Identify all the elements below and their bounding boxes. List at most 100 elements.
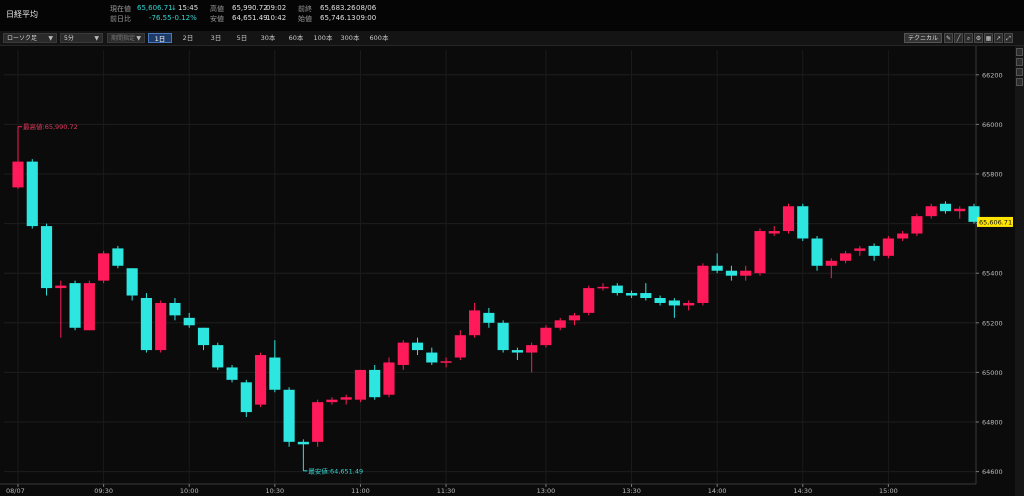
candle-body <box>26 161 38 227</box>
chevron-down-icon: ▼ <box>48 35 53 42</box>
candle-body <box>12 161 24 188</box>
chevron-down-icon: ▼ <box>94 35 99 42</box>
candle-body <box>469 310 481 336</box>
candle-body <box>326 399 338 403</box>
timeframe-button[interactable]: 100本 <box>312 33 334 43</box>
interval-select[interactable]: 5分 ▼ <box>60 33 103 43</box>
candle-body <box>312 402 324 442</box>
candle-body <box>69 283 81 328</box>
change-percent: -0.12% <box>172 14 197 22</box>
bar-chart-icon[interactable]: ▦ <box>984 33 993 43</box>
timeframe-button[interactable]: 5日 <box>232 33 252 43</box>
y-tick-label: 65200 <box>982 319 1003 327</box>
candle-body <box>269 357 281 390</box>
timeframe-button[interactable]: 1日 <box>148 33 172 43</box>
index-title: 日経平均 <box>6 10 38 19</box>
candle-body <box>740 270 752 276</box>
x-tick-label: 10:30 <box>265 487 284 495</box>
ruler-icon[interactable]: ╱ <box>954 33 963 43</box>
timeframe-button[interactable]: 600本 <box>366 33 392 43</box>
candle-body <box>226 367 238 380</box>
candlestick-chart: 6460064800650006520065400656006580066000… <box>0 46 1014 496</box>
x-tick-label: 13:00 <box>537 487 556 495</box>
y-tick-label: 65000 <box>982 369 1003 377</box>
technical-button[interactable]: テクニカル <box>904 33 942 43</box>
open-time: 09:00 <box>356 14 377 22</box>
chart-background <box>0 46 1014 496</box>
candle-body <box>112 248 124 266</box>
candle-body <box>483 312 495 323</box>
quote-header: 日経平均 現在値 65,606.71 ↓ 15:45 前日比 -76.55 -0… <box>0 0 1024 31</box>
candle-body <box>939 203 952 212</box>
sidebar-reset-icon[interactable] <box>1016 68 1023 76</box>
candle-body <box>169 302 181 316</box>
candle-body <box>83 283 95 331</box>
x-tick-label: 11:00 <box>351 487 370 495</box>
candle-body <box>426 352 438 363</box>
candle-body <box>797 206 809 239</box>
candle-body <box>825 260 837 266</box>
candle-body <box>711 265 723 271</box>
current-price-time: 15:45 <box>178 4 199 12</box>
candle-body <box>411 342 424 351</box>
candle-body <box>954 208 966 212</box>
high-time: 09:02 <box>266 4 287 12</box>
sidebar-scroll-icon[interactable] <box>1016 78 1023 86</box>
sidebar-zoom-in-icon[interactable] <box>1016 48 1023 56</box>
candle-body <box>654 298 666 303</box>
candle-body <box>183 317 195 326</box>
candle-body <box>354 369 367 400</box>
timeframe-button[interactable]: 30本 <box>256 33 280 43</box>
candle-body <box>126 268 138 296</box>
sidebar-zoom-out-icon[interactable] <box>1016 58 1023 66</box>
candle-body <box>55 285 67 289</box>
high-value: 65,990.72 <box>232 4 268 12</box>
candle-body <box>554 320 566 328</box>
y-tick-label: 65400 <box>982 270 1003 278</box>
candle-body <box>255 355 267 405</box>
candle-body <box>40 226 53 289</box>
candle-body <box>197 327 210 346</box>
timeframe-button[interactable]: 60本 <box>284 33 308 43</box>
candle-body <box>754 231 766 274</box>
candle-body <box>897 233 909 239</box>
candle-body <box>625 293 638 296</box>
timeframe-button[interactable]: 300本 <box>338 33 362 43</box>
candle-body <box>140 298 152 351</box>
low-time: 10:42 <box>266 14 287 22</box>
timeframe-button[interactable]: 2日 <box>176 33 200 43</box>
candle-body <box>911 216 923 234</box>
x-tick-label: 15:00 <box>879 487 898 495</box>
chart-type-select[interactable]: ローソク足 ▼ <box>3 33 57 43</box>
compare-select[interactable]: 期間指定 ▼ <box>107 33 145 43</box>
candle-body <box>811 238 823 266</box>
last-price-label: 65,606.71 <box>979 218 1012 226</box>
compare-value: 期間指定 <box>111 35 136 42</box>
candle-body <box>725 270 737 276</box>
low-marker-label: 最安値:64,651.49 <box>308 466 363 475</box>
candle-body <box>440 361 452 363</box>
chart-type-value: ローソク足 <box>7 35 38 42</box>
chevron-down-icon: ▼ <box>136 35 141 42</box>
candle-body <box>297 441 309 445</box>
pencil-icon[interactable]: ✎ <box>944 33 953 43</box>
timeframe-button[interactable]: 3日 <box>204 33 228 43</box>
change-label: 前日比 <box>110 15 131 23</box>
high-marker-label: 最高値:65,990.72 <box>23 122 78 131</box>
high-label: 高値 <box>210 5 224 13</box>
zoom-icon[interactable]: ⌕ <box>964 33 973 43</box>
candle-body <box>782 206 795 232</box>
candle-body <box>240 382 252 413</box>
candle-body <box>882 238 894 256</box>
x-tick-label: 08/07 <box>6 487 25 495</box>
candle-body <box>568 315 581 321</box>
candle-body <box>454 335 466 358</box>
right-sidebar <box>1015 46 1024 496</box>
settings-icon[interactable]: ⚙ <box>974 33 983 43</box>
line-chart-icon[interactable]: ↗ <box>994 33 1003 43</box>
candle-body <box>540 327 552 346</box>
change-value: -76.55 <box>149 14 172 22</box>
candle-body <box>925 206 937 217</box>
expand-icon[interactable]: ⤢ <box>1004 33 1013 43</box>
candle-body <box>155 302 167 351</box>
